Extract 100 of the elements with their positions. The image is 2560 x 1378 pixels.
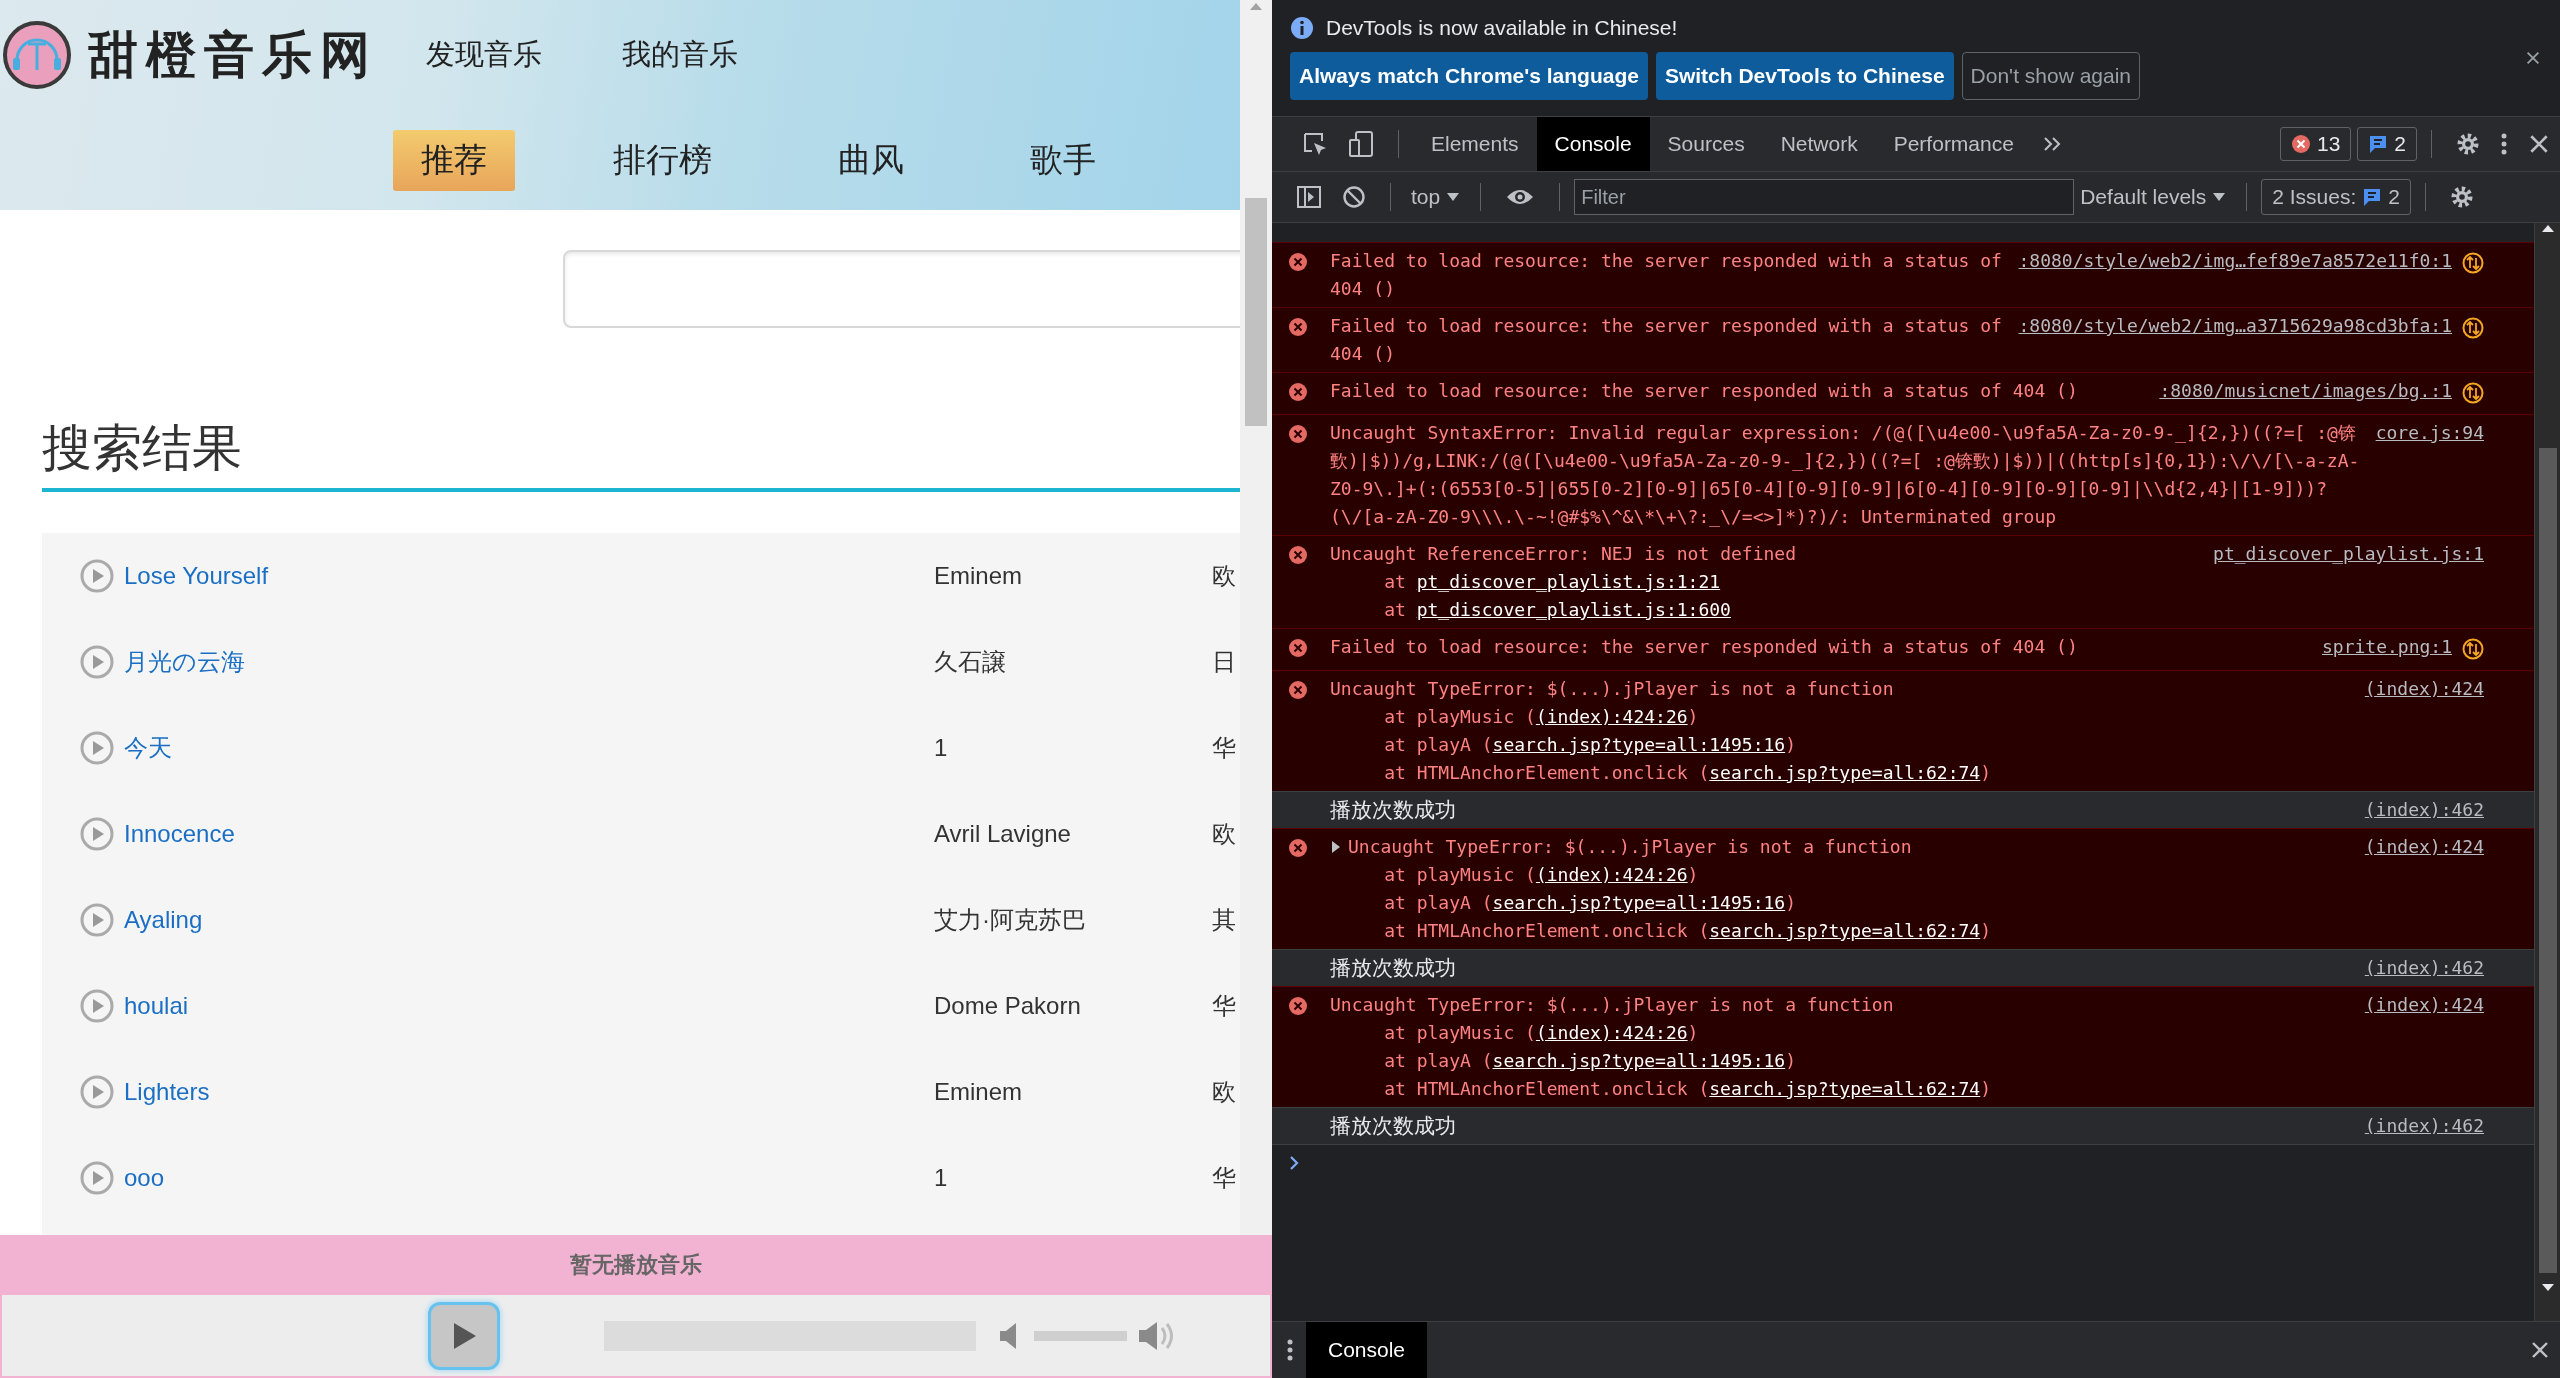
song-title-link[interactable]: ooo [124, 1164, 934, 1192]
source-link[interactable]: :8080/musicnet/images/bg.:1 [2159, 377, 2452, 405]
error-icon [1288, 638, 1308, 658]
scrollbar-thumb[interactable] [1245, 198, 1267, 426]
play-icon[interactable] [80, 559, 114, 593]
error-icon [1288, 317, 1308, 337]
source-link[interactable]: search.jsp?type=all:62:74 [1709, 762, 1981, 783]
play-icon[interactable] [80, 817, 114, 851]
context-dropdown[interactable]: top [1405, 185, 1467, 209]
message-text: Uncaught ReferenceError: NEJ is not defined [1330, 542, 1796, 566]
menu-icon[interactable] [2500, 132, 2508, 156]
nav-tab[interactable]: 推荐 [393, 129, 515, 191]
nav-tab[interactable]: 歌手 [1002, 129, 1124, 191]
more-tabs-icon[interactable] [2041, 135, 2062, 153]
play-button[interactable] [428, 1301, 500, 1370]
nav-tab[interactable]: 曲风 [810, 129, 932, 191]
source-link[interactable]: search.jsp?type=all:62:74 [1709, 920, 1981, 941]
levels-dropdown[interactable]: Default levels [2074, 185, 2233, 209]
network-icon[interactable] [2462, 252, 2484, 274]
source-link[interactable]: core.js:94 [2375, 419, 2484, 447]
devtools-tab[interactable]: Sources [1649, 117, 1763, 171]
stack-trace-line: at HTMLAnchorElement.onclick (search.jsp?type=all:62:74) [1383, 1077, 1993, 1101]
scroll-down-icon[interactable] [2540, 1283, 2555, 1293]
error-count-badge[interactable]: 13 [2279, 127, 2352, 161]
message-text: Uncaught TypeError: $(...).jPlayer is not a function [1348, 835, 1912, 859]
song-title-link[interactable]: houlai [124, 992, 934, 1020]
menu-icon[interactable] [1286, 1338, 1294, 1362]
source-link[interactable]: pt_discover_playlist.js:1:600 [1416, 599, 1731, 620]
sidebar-icon[interactable] [1296, 185, 1322, 209]
section-heading: 搜索结果 [42, 418, 1240, 492]
song-title-link[interactable]: Innocence [124, 820, 934, 848]
play-icon[interactable] [80, 989, 114, 1023]
devtools-tab[interactable]: Elements [1413, 117, 1537, 171]
search-field[interactable] [563, 250, 1240, 328]
source-link[interactable]: (index):424 [2364, 833, 2484, 861]
stack-trace-line: at HTMLAnchorElement.onclick (search.jsp?type=all:62:74) [1383, 919, 1993, 943]
play-icon[interactable] [80, 731, 114, 765]
drawer-tab[interactable]: Console [1306, 1322, 1428, 1378]
infobar-button[interactable]: Don't show again [1961, 52, 2141, 100]
source-link[interactable]: sprite.png:1 [2321, 633, 2452, 661]
source-link[interactable]: (index):462 [2364, 954, 2484, 982]
network-icon[interactable] [2462, 638, 2484, 660]
devtools-tab[interactable]: Network [1762, 117, 1876, 171]
volume-slider[interactable] [1034, 1330, 1127, 1341]
source-link[interactable]: search.jsp?type=all:1495:16 [1492, 734, 1786, 755]
source-link[interactable]: pt_discover_playlist.js:1:21 [1416, 571, 1721, 592]
filter-field[interactable]: Filter [1574, 179, 2075, 215]
network-icon[interactable] [2462, 317, 2484, 339]
source-link[interactable]: (index):462 [2364, 1112, 2484, 1140]
message-text: Uncaught TypeError: $(...).jPlayer is not a function [1330, 993, 1894, 1017]
error-icon [1288, 545, 1308, 565]
message-count-badge[interactable]: 2 [2357, 127, 2417, 161]
source-link[interactable]: search.jsp?type=all:1495:16 [1492, 892, 1786, 913]
message-text: Failed to load resource: the server responded with a status of 404 () [1330, 314, 2003, 366]
network-icon[interactable] [2462, 382, 2484, 404]
error-icon [1288, 996, 1308, 1016]
clear-icon[interactable] [1342, 185, 1366, 209]
source-link[interactable]: pt_discover_playlist.js:1 [2213, 540, 2484, 568]
source-link[interactable]: (index):424:26 [1535, 864, 1688, 885]
table-cell-text: 欧 [1212, 561, 1236, 591]
close-icon[interactable] [2530, 1340, 2550, 1360]
scrollbar[interactable] [2534, 223, 2560, 1321]
source-link[interactable]: (index):424:26 [1535, 706, 1688, 727]
devtools-tab[interactable]: Console [1536, 117, 1650, 171]
prompt-icon[interactable] [1288, 1155, 1300, 1171]
play-icon[interactable] [80, 645, 114, 679]
play-icon[interactable] [80, 903, 114, 937]
song-title-link[interactable]: Ayaling [124, 906, 934, 934]
source-link[interactable]: (index):424 [2364, 991, 2484, 1019]
infobar-button[interactable]: Always match Chrome's language [1290, 52, 1648, 100]
source-link[interactable]: search.jsp?type=all:62:74 [1709, 1078, 1981, 1099]
source-link[interactable]: (index):424 [2364, 675, 2484, 703]
song-title-link[interactable]: Lighters [124, 1078, 934, 1106]
play-icon[interactable] [80, 1075, 114, 1109]
close-icon[interactable] [2528, 133, 2550, 155]
inspect-icon[interactable] [1302, 131, 1328, 157]
close-icon[interactable] [2524, 49, 2542, 67]
song-title-link[interactable]: Lose Yourself [124, 562, 934, 590]
source-link[interactable]: :8080/style/web2/img…a3715629a98cd3bfa:1 [2018, 312, 2452, 340]
scrollbar[interactable] [1240, 0, 1272, 1235]
device-icon[interactable] [1348, 130, 1374, 158]
song-title-link[interactable]: 月光の云海 [124, 646, 934, 678]
nav-link[interactable]: 我的音乐 [622, 35, 738, 75]
nav-link[interactable]: 发现音乐 [426, 35, 542, 75]
source-link[interactable]: search.jsp?type=all:1495:16 [1492, 1050, 1786, 1071]
settings-icon[interactable] [2456, 132, 2480, 156]
scrollbar-thumb[interactable] [2538, 448, 2557, 1273]
source-link[interactable]: (index):424:26 [1535, 1022, 1688, 1043]
infobar-button[interactable]: Switch DevTools to Chinese [1655, 52, 1954, 100]
error-icon [2290, 134, 2311, 154]
settings-icon[interactable] [2450, 185, 2474, 209]
song-title-link[interactable]: 今天 [124, 732, 934, 764]
play-icon[interactable] [80, 1161, 114, 1195]
message-text: 播放次数成功 [1330, 797, 1456, 823]
source-link[interactable]: :8080/style/web2/img…fef89e7a8572e11f0:1 [2018, 247, 2452, 275]
message-text: Failed to load resource: the server responded with a status of 404 () [1330, 379, 2078, 403]
nav-tab[interactable]: 排行榜 [585, 129, 740, 191]
source-link[interactable]: (index):462 [2364, 796, 2484, 824]
issues-button[interactable]: 2 Issues: 2 [2261, 179, 2411, 215]
devtools-tab[interactable]: Performance [1875, 117, 2032, 171]
